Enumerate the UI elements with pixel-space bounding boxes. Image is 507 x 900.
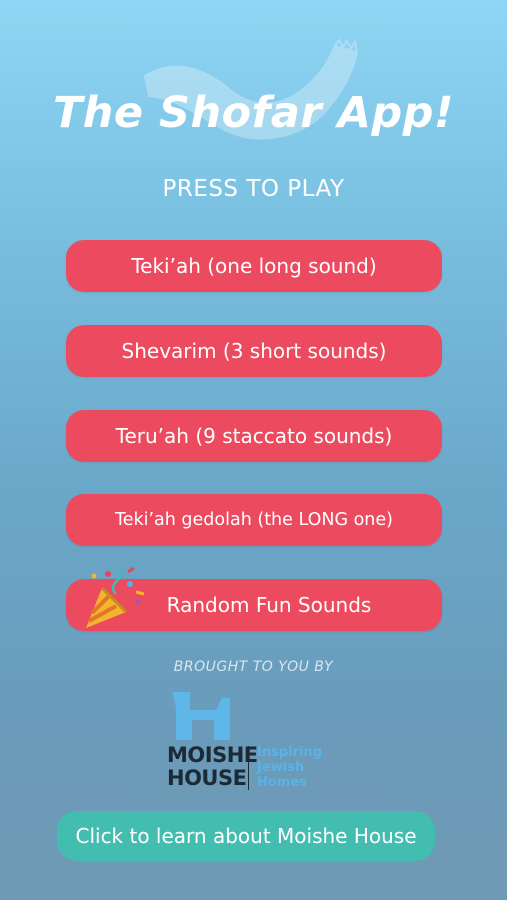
- tagline-line2: Jewish: [257, 760, 305, 775]
- learn-about-moishe-house-button[interactable]: Click to learn about Moishe House: [57, 811, 435, 861]
- tekiah-button[interactable]: Teki’ah (one long sound): [66, 240, 442, 292]
- logo-divider: [248, 746, 249, 790]
- brought-to-you-by: BROUGHT TO YOU BY: [173, 659, 334, 675]
- moishe-house-tagline: Inspiring Jewish Homes: [257, 745, 347, 790]
- party-popper-icon: [86, 566, 145, 628]
- tagline-line3: Homes: [257, 775, 307, 790]
- moishe-house-logo[interactable]: MOISHE HOUSE Inspiring Jewish Homes: [165, 690, 345, 798]
- tekiah-gedolah-button[interactable]: Teki’ah gedolah (the LONG one): [66, 494, 442, 546]
- tagline-line1: Inspiring: [257, 745, 323, 760]
- moishe-house-name-line2: HOUSE: [167, 766, 247, 790]
- press-to-play-label: PRESS TO PLAY: [162, 176, 345, 202]
- random-fun-sounds-label: Random Fun Sounds: [166, 593, 372, 617]
- moishe-house-name: MOISHE HOUSE: [167, 743, 258, 790]
- shevarim-button[interactable]: Shevarim (3 short sounds): [66, 325, 442, 377]
- moishe-house-name-line1: MOISHE: [167, 743, 258, 767]
- moishe-house-house-icon: [172, 692, 230, 740]
- app-title: The Shofar App!: [52, 88, 455, 138]
- teruah-button[interactable]: Teru’ah (9 staccato sounds): [66, 410, 442, 462]
